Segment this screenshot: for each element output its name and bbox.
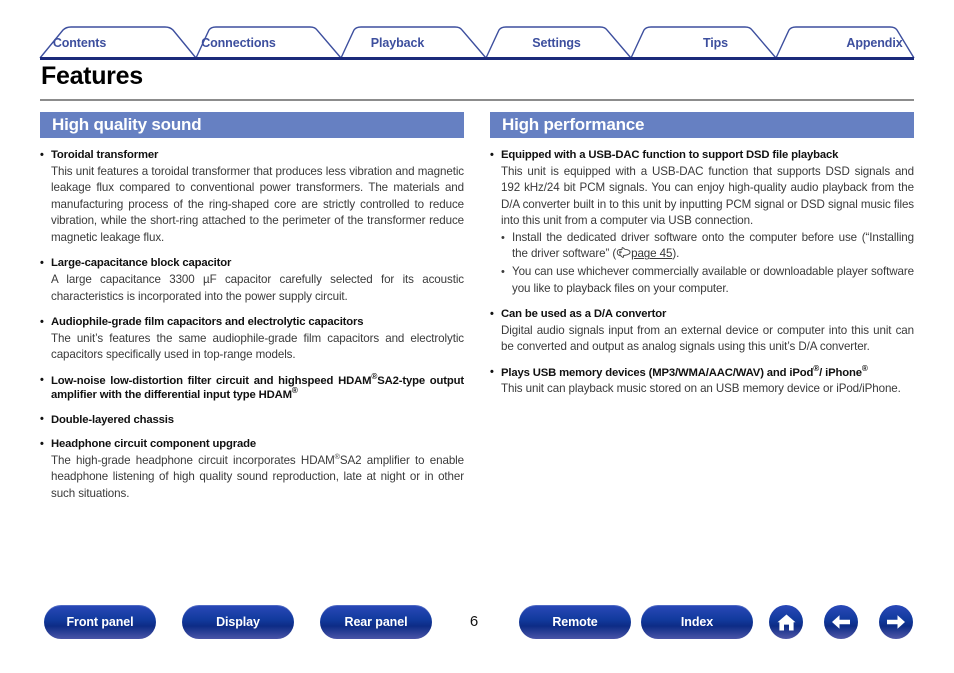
title-underline-rule: [40, 99, 914, 101]
feature-heading: Large-capacitance block capacitor: [40, 256, 464, 271]
sub-item-text-after: ).: [672, 247, 680, 261]
right-column: High performance Equipped with a USB-DAC…: [490, 112, 914, 398]
arrow-right-icon: [887, 615, 905, 629]
tab-bottom-rule: [40, 57, 914, 60]
page-title: Features: [41, 62, 143, 90]
front-panel-button[interactable]: Front panel: [44, 605, 156, 639]
remote-button[interactable]: Remote: [519, 605, 631, 639]
section-header-high-performance: High performance: [490, 112, 914, 138]
display-button[interactable]: Display: [182, 605, 294, 639]
tab-label-row: Contents Connections Playback Settings T…: [0, 24, 954, 58]
feature-heading: Audiophile-grade film capacitors and ele…: [40, 315, 464, 330]
feature-body: This unit features a toroidal transforme…: [51, 164, 464, 244]
left-column: High quality sound Toroidal transformer …: [40, 112, 464, 503]
feature-heading: Low-noise low-distortion filter circuit …: [40, 373, 464, 403]
tab-connections[interactable]: Connections: [159, 24, 318, 58]
feature-heading: Equipped with a USB-DAC function to supp…: [490, 148, 914, 163]
feature-heading: Headphone circuit component upgrade: [40, 437, 464, 452]
page-link-45[interactable]: page 45: [631, 247, 672, 260]
tab-playback[interactable]: Playback: [318, 24, 477, 58]
index-button[interactable]: Index: [641, 605, 753, 639]
tab-bar: Contents Connections Playback Settings T…: [0, 24, 954, 59]
back-button[interactable]: [824, 605, 858, 639]
rear-panel-button[interactable]: Rear panel: [320, 605, 432, 639]
feature-sub-list: Install the dedicated driver software on…: [490, 230, 914, 297]
feature-block-double-layered-chassis: Double-layered chassis: [40, 412, 464, 428]
feature-block-usb-dac: Equipped with a USB-DAC function to supp…: [490, 148, 914, 297]
arrow-left-icon: [832, 615, 850, 629]
feature-block-headphone-circuit: Headphone circuit component upgrade The …: [40, 437, 464, 502]
feature-body: This unit is equipped with a USB-DAC fun…: [501, 164, 914, 228]
pointing-hand-icon: [616, 247, 631, 264]
home-icon: [777, 614, 795, 630]
feature-block-toroidal-transformer: Toroidal transformer This unit features …: [40, 148, 464, 246]
feature-block-usb-memory-ipod: Plays USB memory devices (MP3/WMA/AAC/WA…: [490, 365, 914, 398]
tab-contents[interactable]: Contents: [0, 24, 159, 58]
forward-button[interactable]: [879, 605, 913, 639]
tab-appendix[interactable]: Appendix: [795, 24, 954, 58]
feature-heading: Can be used as a D/A convertor: [490, 307, 914, 322]
tab-settings[interactable]: Settings: [477, 24, 636, 58]
page-number: 6: [469, 613, 479, 630]
feature-body: A large capacitance 3300 µF capacitor ca…: [51, 272, 464, 303]
feature-body: The unit’s features the same audiophile-…: [51, 331, 464, 362]
feature-block-film-capacitors: Audiophile-grade film capacitors and ele…: [40, 315, 464, 364]
sub-item-text-before: Install the dedicated driver software on…: [512, 230, 914, 261]
feature-block-hdam-amplifier: Low-noise low-distortion filter circuit …: [40, 373, 464, 403]
home-button[interactable]: [769, 605, 803, 639]
feature-body: This unit can playback music stored on a…: [501, 382, 901, 396]
sub-list-item: Install the dedicated driver software on…: [490, 230, 914, 264]
sub-list-item: You can use whichever commercially avail…: [490, 264, 914, 297]
feature-body: The high-grade headphone circuit incorpo…: [51, 451, 464, 501]
feature-heading: Toroidal transformer: [40, 148, 464, 163]
footer-navigation: Front panel Display Rear panel 6 Remote …: [0, 605, 954, 650]
feature-body: Digital audio signals input from an exte…: [501, 323, 914, 354]
tab-tips[interactable]: Tips: [636, 24, 795, 58]
feature-heading: Double-layered chassis: [40, 412, 464, 428]
feature-heading: Plays USB memory devices (MP3/WMA/AAC/WA…: [490, 365, 914, 381]
feature-block-da-convertor: Can be used as a D/A convertor Digital a…: [490, 307, 914, 356]
section-header-high-quality-sound: High quality sound: [40, 112, 464, 138]
feature-block-block-capacitor: Large-capacitance block capacitor A larg…: [40, 256, 464, 305]
